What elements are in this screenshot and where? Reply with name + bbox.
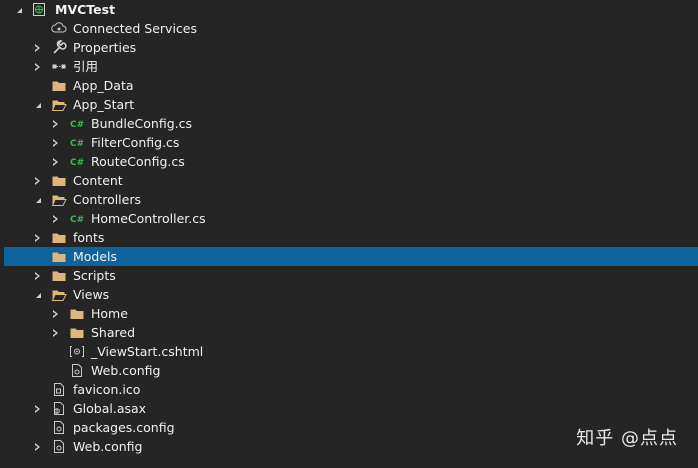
folder-icon <box>51 268 67 283</box>
expand-arrow-icon[interactable] <box>31 437 43 456</box>
solution-explorer-tree: MVCTest Connected Services Properties 引用… <box>0 0 698 456</box>
svg-text:C#: C# <box>70 120 84 130</box>
tree-item-connected-services[interactable]: Connected Services <box>0 19 698 38</box>
folder-open-icon <box>51 287 67 302</box>
tree-item-views-home[interactable]: Home <box>0 304 698 323</box>
config-file-icon <box>51 439 67 454</box>
expand-arrow-icon[interactable] <box>49 304 61 323</box>
tree-item-label: Controllers <box>73 192 141 207</box>
folder-icon <box>51 230 67 245</box>
tree-item-content[interactable]: Content <box>0 171 698 190</box>
tree-item-scripts[interactable]: Scripts <box>0 266 698 285</box>
tree-item-filterconfig[interactable]: C# FilterConfig.cs <box>0 133 698 152</box>
tree-item-label: Properties <box>73 40 137 55</box>
svg-text:C#: C# <box>70 158 84 168</box>
tree-item-label: Web.config <box>91 363 161 378</box>
tree-item-app-start[interactable]: App_Start <box>0 95 698 114</box>
connected-services-icon <box>51 21 67 36</box>
expand-arrow-icon[interactable] <box>31 266 43 285</box>
tree-item-bundleconfig[interactable]: C# BundleConfig.cs <box>0 114 698 133</box>
svg-text:C#: C# <box>70 139 84 149</box>
tree-item-routeconfig[interactable]: C# RouteConfig.cs <box>0 152 698 171</box>
expand-arrow-icon[interactable] <box>49 152 61 171</box>
tree-item-views-webconfig[interactable]: Web.config <box>0 361 698 380</box>
tree-item-label: Connected Services <box>73 21 197 36</box>
tree-item-label: Web.config <box>73 439 143 454</box>
tree-item-label: packages.config <box>73 420 175 435</box>
tree-item-label: 引用 <box>73 59 99 74</box>
tree-item-label: RouteConfig.cs <box>91 154 185 169</box>
folder-icon <box>69 306 85 321</box>
expand-arrow-icon[interactable] <box>31 38 43 57</box>
web-project-icon <box>31 2 47 17</box>
references-icon <box>51 59 67 74</box>
expand-arrow-icon[interactable] <box>49 114 61 133</box>
tree-item-references[interactable]: 引用 <box>0 57 698 76</box>
csharp-file-icon: C# <box>69 154 85 169</box>
config-file-icon <box>69 363 85 378</box>
expand-arrow-icon[interactable] <box>31 190 43 209</box>
expand-arrow-icon[interactable] <box>31 285 43 304</box>
tree-item-label: fonts <box>73 230 105 245</box>
csharp-file-icon: C# <box>69 135 85 150</box>
expand-arrow-icon[interactable] <box>31 95 43 114</box>
watermark: 知乎 @点点 <box>576 428 678 449</box>
expand-arrow-icon[interactable] <box>31 399 43 418</box>
folder-icon <box>51 173 67 188</box>
tree-item-label: _ViewStart.cshtml <box>91 344 204 359</box>
expand-arrow-icon[interactable] <box>31 57 43 76</box>
tree-item-label: HomeController.cs <box>91 211 206 226</box>
tree-item-label: Home <box>91 306 128 321</box>
tree-item-app-data[interactable]: App_Data <box>0 76 698 95</box>
tree-item-properties[interactable]: Properties <box>0 38 698 57</box>
tree-item-models[interactable]: Models <box>4 247 698 266</box>
expand-arrow-icon[interactable] <box>49 133 61 152</box>
expand-arrow-icon[interactable] <box>31 171 43 190</box>
asax-file-icon <box>51 401 67 416</box>
expand-arrow-icon[interactable] <box>49 323 61 342</box>
tree-item-global-asax[interactable]: Global.asax <box>0 399 698 418</box>
tree-item-label: Views <box>73 287 110 302</box>
tree-item-views-shared[interactable]: Shared <box>0 323 698 342</box>
tree-item-label: Global.asax <box>73 401 147 416</box>
tree-item-label: Models <box>73 249 118 264</box>
tree-item-controllers[interactable]: Controllers <box>0 190 698 209</box>
tree-item-viewstart[interactable]: _ViewStart.cshtml <box>0 342 698 361</box>
svg-text:C#: C# <box>70 215 84 225</box>
tree-item-views[interactable]: Views <box>0 285 698 304</box>
tree-item-label: Shared <box>91 325 136 340</box>
tree-item-label: FilterConfig.cs <box>91 135 180 150</box>
tree-item-label: App_Start <box>73 97 135 112</box>
folder-icon <box>51 78 67 93</box>
folder-open-icon <box>51 97 67 112</box>
config-file-icon <box>51 420 67 435</box>
tree-item-label: favicon.ico <box>73 382 141 397</box>
icon-file-icon <box>51 382 67 397</box>
razor-file-icon <box>69 344 85 359</box>
tree-item-fonts[interactable]: fonts <box>0 228 698 247</box>
expand-arrow-icon[interactable] <box>12 0 24 19</box>
tree-item-label: App_Data <box>73 78 134 93</box>
tree-item-label: BundleConfig.cs <box>91 116 192 131</box>
project-name: MVCTest <box>55 2 116 17</box>
folder-icon <box>51 249 67 264</box>
tree-item-favicon[interactable]: favicon.ico <box>0 380 698 399</box>
tree-item-homecontroller[interactable]: C# HomeController.cs <box>0 209 698 228</box>
folder-icon <box>69 325 85 340</box>
folder-open-icon <box>51 192 67 207</box>
tree-item-project[interactable]: MVCTest <box>0 0 698 19</box>
tree-item-label: Content <box>73 173 123 188</box>
tree-item-label: Scripts <box>73 268 116 283</box>
csharp-file-icon: C# <box>69 116 85 131</box>
csharp-file-icon: C# <box>69 211 85 226</box>
wrench-icon <box>51 40 67 55</box>
expand-arrow-icon[interactable] <box>49 209 61 228</box>
expand-arrow-icon[interactable] <box>31 228 43 247</box>
